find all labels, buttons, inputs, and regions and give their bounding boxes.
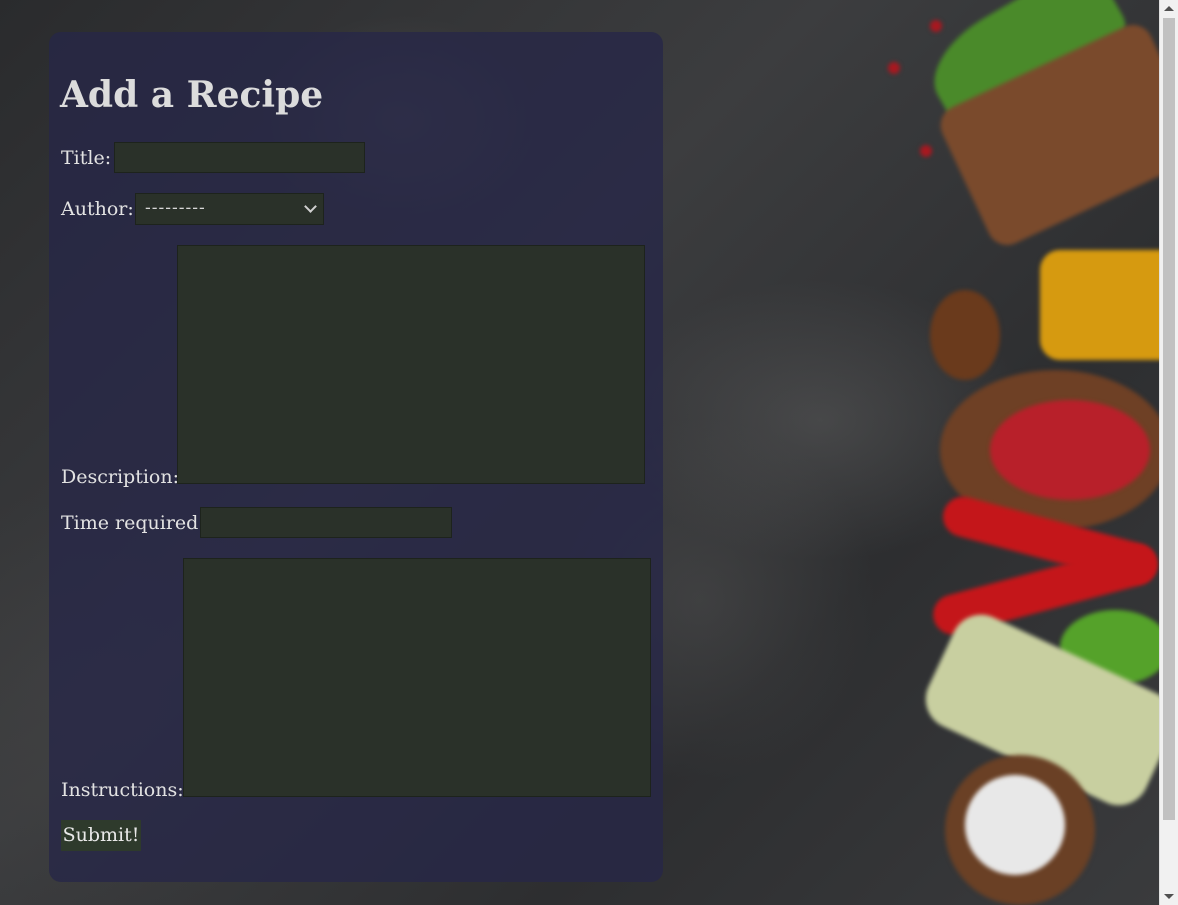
scroll-thumb[interactable] <box>1163 18 1175 820</box>
turmeric-decor <box>1040 250 1160 360</box>
pink-pepper-decor <box>990 400 1150 500</box>
scroll-down-arrow-icon[interactable] <box>1164 894 1174 899</box>
author-select[interactable]: --------- <box>135 193 324 225</box>
recipe-form-panel: Add a Recipe Title: Author: --------- De… <box>49 32 663 882</box>
instructions-label: Instructions: <box>61 779 184 801</box>
title-label: Title: <box>61 147 112 169</box>
chevron-down-icon <box>304 200 317 213</box>
peppercorn-decor <box>920 145 932 157</box>
submit-button[interactable]: Submit! <box>61 820 141 851</box>
description-label: Description: <box>61 466 179 488</box>
peppercorn-decor <box>888 62 900 74</box>
star-anise-decor <box>930 290 1000 380</box>
salt-decor <box>965 775 1065 875</box>
author-label: Author: <box>61 198 134 220</box>
time-required-label: Time required: <box>61 512 205 534</box>
peppercorn-decor <box>930 20 942 32</box>
scroll-up-arrow-icon[interactable] <box>1164 6 1174 11</box>
description-textarea[interactable] <box>177 245 645 484</box>
page-scrollbar[interactable] <box>1159 0 1178 905</box>
title-input[interactable] <box>114 142 365 173</box>
instructions-textarea[interactable] <box>183 558 651 797</box>
page-title: Add a Recipe <box>60 74 324 116</box>
author-selected-value: --------- <box>145 198 206 218</box>
time-required-input[interactable] <box>200 507 452 538</box>
